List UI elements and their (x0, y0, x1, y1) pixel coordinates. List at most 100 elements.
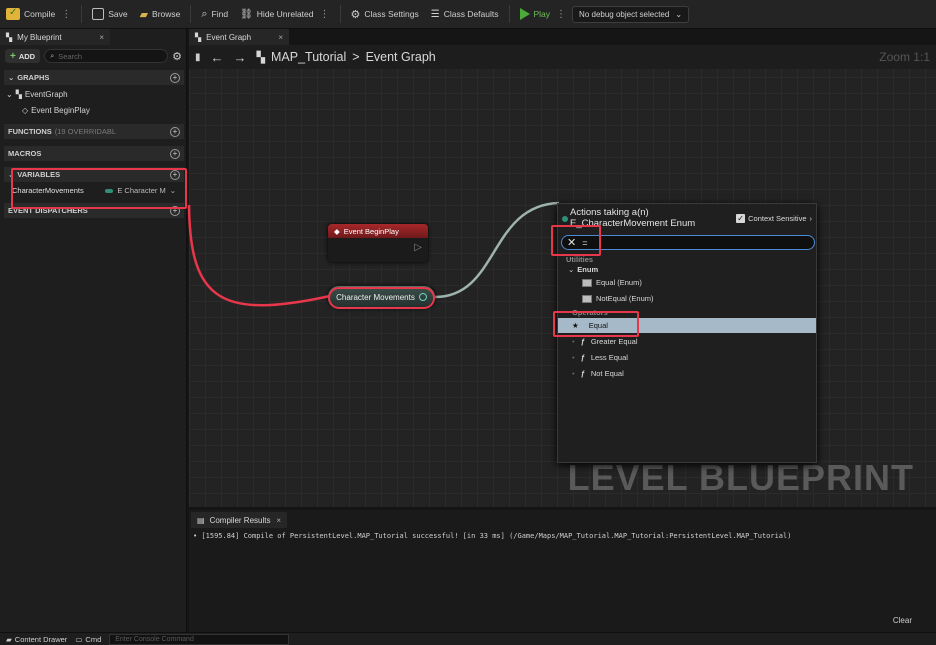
clear-button[interactable]: Clear (893, 616, 912, 625)
hide-unrelated-button[interactable]: ⛓ Hide Unrelated ⋮ (234, 3, 335, 25)
content-drawer-button[interactable]: ▰ Content Drawer (6, 635, 67, 644)
checkbox-checked-icon[interactable]: ✓ (736, 214, 746, 223)
add-button[interactable]: + ADD (5, 49, 41, 63)
functions-label: FUNCTIONS (8, 127, 52, 136)
macros-label: MACROS (8, 149, 42, 158)
tab-compiler-results-label: Compiler Results (209, 515, 271, 525)
close-icon[interactable]: × (99, 33, 104, 42)
search-placeholder: Search (58, 51, 83, 61)
chevron-down-icon: ⌄ (675, 9, 683, 19)
save-label: Save (108, 9, 128, 19)
eventgraph-label: EventGraph (24, 90, 68, 99)
menu-item-label: Equal (Enum) (596, 278, 642, 287)
sliders-icon: ☰ (430, 8, 440, 20)
search-icon: ⌕ (201, 7, 208, 20)
chevron-right-icon: › (809, 214, 813, 223)
node-event-label: Event BeginPlay (343, 226, 399, 236)
console-input[interactable]: Enter Console Command (109, 633, 290, 645)
graph-icon: ▚ (15, 90, 22, 99)
enum-wire (434, 201, 560, 299)
add-macro-icon[interactable]: + (170, 148, 180, 159)
menu-item-label: Less Equal (590, 353, 628, 362)
debug-object-label: No debug object selected (579, 9, 670, 19)
star-outline-icon[interactable]: • (572, 369, 575, 378)
function-icon: ƒ (580, 353, 585, 362)
menu-item-label: Enum (577, 265, 599, 274)
table-icon (582, 294, 592, 303)
event-diamond-icon: ◇ (22, 106, 29, 115)
toolbar-divider (190, 5, 192, 23)
graphs-label: GRAPHS (17, 73, 50, 82)
main-toolbar: Compile ⋮ Save ▰ Browse ⌕ Find ⛓ Hide Un… (0, 0, 936, 29)
terminal-icon: ▭ (75, 634, 83, 644)
star-outline-icon[interactable]: • (572, 337, 575, 346)
class-defaults-button[interactable]: ☰ Class Defaults (425, 3, 505, 25)
function-icon: ƒ (580, 337, 585, 346)
context-sensitive-toggle[interactable]: ✓ Context Sensitive › (736, 214, 812, 223)
node-header: ◆ Event BeginPlay (328, 224, 428, 238)
compiler-results-panel: ▤ Compiler Results × • [1595.84] Compile… (189, 510, 936, 632)
browse-label: Browse (152, 9, 181, 19)
close-icon[interactable]: × (276, 516, 281, 525)
function-icon: ƒ (580, 369, 585, 378)
menu-item-not-equal[interactable]: • ƒ Not Equal (558, 366, 816, 381)
my-blueprint-panel: ▚ My Blueprint × + ADD ⌕ Search ⚙ ⌄ GRAP… (0, 29, 187, 632)
class-settings-label: Class Settings (364, 9, 419, 19)
cmd-label: Cmd (85, 634, 102, 644)
results-icon: ▤ (197, 515, 205, 525)
nodes-icon: ⛓ (240, 8, 253, 20)
add-graph-icon[interactable]: + (170, 72, 180, 83)
tab-event-graph-label: Event Graph (206, 32, 252, 42)
search-input[interactable]: ⌕ Search (44, 49, 169, 63)
debug-object-select[interactable]: No debug object selected ⌄ (572, 5, 690, 23)
compile-icon (6, 7, 20, 20)
gear-icon: ⚙ (350, 8, 361, 21)
menu-item-equal-enum[interactable]: Equal (Enum) (558, 275, 816, 290)
macros-section-header[interactable]: MACROS + (4, 146, 184, 161)
play-label: Play (533, 9, 551, 19)
bottom-bar: ▰ Content Drawer ▭ Cmd Enter Console Com… (0, 632, 936, 645)
functions-section-header[interactable]: FUNCTIONS (19 OVERRIDABL + (4, 124, 184, 139)
class-defaults-label: Class Defaults (443, 9, 499, 19)
compile-options-icon[interactable]: ⋮ (61, 9, 71, 20)
tree-item-eventgraph[interactable]: ⌄ ▚ EventGraph (6, 90, 68, 99)
event-beginplay-label: Event BeginPlay (31, 106, 90, 115)
browse-button[interactable]: ▰ Browse (134, 3, 187, 25)
tab-event-graph[interactable]: ▚ Event Graph × (189, 29, 289, 45)
toolbar-divider (339, 5, 341, 23)
tree-item-event-beginplay[interactable]: ◇ Event BeginPlay (22, 106, 90, 115)
tab-my-blueprint[interactable]: ▚ My Blueprint × (0, 29, 110, 45)
chevron-down-icon: ⌄ (568, 265, 575, 274)
menu-item-label: NotEqual (Enum) (596, 294, 654, 303)
add-label: ADD (18, 51, 36, 61)
functions-count-label: (19 OVERRIDABL (54, 127, 117, 136)
folder-icon: ▰ (6, 634, 12, 644)
graph-icon: ▚ (195, 32, 202, 42)
class-settings-button[interactable]: ⚙ Class Settings (345, 3, 425, 25)
menu-item-label: Not Equal (590, 369, 624, 378)
node-event-beginplay[interactable]: ◆ Event BeginPlay ▷ (328, 224, 428, 262)
hide-unrelated-options-icon[interactable]: ⋮ (320, 9, 330, 20)
compile-button[interactable]: Compile ⋮ (0, 3, 77, 25)
menu-item-label: Greater Equal (590, 337, 638, 346)
left-panel-tools: + ADD ⌕ Search ⚙ (0, 47, 187, 65)
chevron-down-icon: ⌄ (8, 73, 15, 82)
menu-item-less-equal[interactable]: • ƒ Less Equal (558, 350, 816, 365)
star-outline-icon[interactable]: • (572, 353, 575, 362)
gear-icon[interactable]: ⚙ (172, 50, 182, 63)
save-icon (92, 8, 105, 20)
tab-compiler-results[interactable]: ▤ Compiler Results × (191, 512, 287, 528)
tab-my-blueprint-label: My Blueprint (17, 32, 62, 42)
save-button[interactable]: Save (86, 3, 133, 25)
play-options-icon[interactable]: ⋮ (556, 9, 566, 20)
close-icon[interactable]: × (278, 33, 283, 42)
compiler-message: • [1595.84] Compile of PersistentLevel.M… (193, 532, 792, 540)
menu-item-notequal-enum[interactable]: NotEqual (Enum) (558, 291, 816, 306)
graphs-section-header[interactable]: ⌄ GRAPHS + (4, 70, 184, 85)
toolbar-divider (508, 5, 510, 23)
cmd-button[interactable]: ▭ Cmd (75, 635, 101, 644)
add-function-icon[interactable]: + (170, 126, 180, 137)
exec-pin-icon[interactable]: ▷ (414, 242, 422, 253)
play-button[interactable]: Play ⋮ (514, 3, 573, 25)
find-button[interactable]: ⌕ Find (195, 3, 234, 25)
